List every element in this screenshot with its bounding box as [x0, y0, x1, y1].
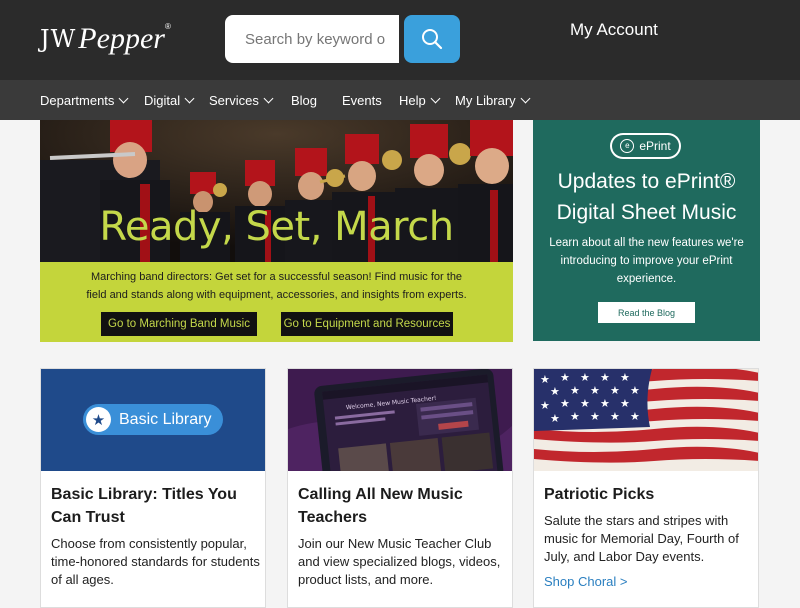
- svg-text:★: ★: [540, 399, 550, 412]
- chevron-down-icon: [430, 93, 441, 103]
- marching-band-photo: Ready, Set, March: [40, 120, 513, 262]
- my-account-link[interactable]: My Account: [570, 20, 658, 40]
- svg-text:★: ★: [540, 373, 550, 386]
- nav-blog[interactable]: Blog: [291, 80, 317, 120]
- nav-label: Blog: [291, 92, 318, 108]
- american-flag-icon: ★ ★ ★ ★ ★ ★ ★ ★ ★ ★ ★ ★ ★ ★ ★ ★ ★ ★ ★ ★: [534, 369, 758, 471]
- search-box: [225, 15, 399, 63]
- chevron-down-icon: [118, 93, 129, 103]
- eprint-logo-icon: e: [620, 139, 635, 153]
- eprint-badge: e ePrint: [610, 133, 681, 159]
- svg-text:★: ★: [620, 397, 630, 410]
- card-patriotic-picks[interactable]: ★ ★ ★ ★ ★ ★ ★ ★ ★ ★ ★ ★ ★ ★ ★ ★ ★ ★ ★ ★ Patriotic Picks …: [533, 368, 759, 608]
- logo-jw-text: JW: [40, 25, 77, 53]
- nav-label: My Library: [455, 92, 516, 108]
- eprint-title-line2: Digital Sheet Music: [556, 201, 737, 224]
- basic-library-pill-label: Basic Library: [119, 410, 212, 428]
- eprint-title-line1: Updates to ePrint®: [557, 170, 736, 193]
- eprint-badge-label: ePrint: [639, 139, 671, 153]
- search-input[interactable]: [225, 15, 399, 63]
- chevron-down-icon: [184, 93, 195, 103]
- nav-my-library[interactable]: My Library: [455, 80, 531, 120]
- hero-info-band: Marching band directors: Get set for a s…: [40, 262, 513, 342]
- svg-text:★: ★: [600, 371, 610, 384]
- shop-choral-link[interactable]: Shop Choral >: [544, 574, 627, 589]
- svg-text:★: ★: [560, 397, 570, 410]
- card-description: Join our New Music Teacher Club and view…: [298, 536, 501, 587]
- nav-label: Services: [209, 92, 259, 108]
- jw-pepper-logo[interactable]: JW Pepper ®: [40, 18, 180, 60]
- eprint-promo[interactable]: e ePrint Updates to ePrint® Digital Shee…: [533, 120, 760, 341]
- nav-digital[interactable]: Digital: [144, 80, 195, 120]
- main-nav: Departments Digital Services Blog Events…: [0, 80, 800, 120]
- search-button[interactable]: [404, 15, 460, 63]
- card-basic-library[interactable]: ★ Basic Library Basic Library: Titles Yo…: [40, 368, 266, 608]
- top-header: JW Pepper ® My Account: [0, 0, 800, 80]
- svg-text:★: ★: [590, 384, 600, 397]
- svg-text:★: ★: [590, 410, 600, 423]
- svg-text:★: ★: [600, 397, 610, 410]
- star-icon: ★: [86, 407, 111, 432]
- svg-text:★: ★: [560, 371, 570, 384]
- read-blog-button[interactable]: Read the Blog: [598, 302, 695, 323]
- svg-text:★: ★: [610, 384, 620, 397]
- card-description: Salute the stars and stripes with music …: [544, 513, 739, 564]
- nav-services[interactable]: Services: [209, 80, 274, 120]
- svg-text:★: ★: [580, 371, 590, 384]
- card-title[interactable]: Patriotic Picks: [544, 483, 750, 506]
- tablet-illustration: Welcome, New Music Teacher!: [288, 369, 512, 471]
- hero-description: Marching band directors: Get set for a s…: [86, 271, 467, 301]
- nav-label: Events: [342, 92, 382, 108]
- hero-title: Ready, Set, March: [99, 204, 454, 250]
- card-new-music-teachers[interactable]: Welcome, New Music Teacher! Calling All …: [287, 368, 513, 608]
- logo-pepper-text: Pepper: [78, 22, 165, 55]
- svg-text:★: ★: [620, 371, 630, 384]
- chevron-down-icon: [520, 93, 531, 103]
- svg-text:★: ★: [570, 410, 580, 423]
- nav-departments[interactable]: Departments: [40, 80, 129, 120]
- nav-help[interactable]: Help: [399, 80, 441, 120]
- card-description: Choose from consistently popular, time-h…: [51, 536, 260, 587]
- svg-text:★: ★: [630, 410, 640, 423]
- svg-text:★: ★: [570, 384, 580, 397]
- basic-library-pill: ★ Basic Library: [83, 404, 223, 435]
- nav-label: Digital: [144, 92, 181, 108]
- svg-text:★: ★: [550, 385, 560, 398]
- svg-text:★: ★: [580, 397, 590, 410]
- search-icon: [422, 29, 443, 50]
- equipment-resources-button[interactable]: Go to Equipment and Resources: [281, 312, 453, 336]
- svg-text:★: ★: [630, 384, 640, 397]
- chevron-down-icon: [263, 93, 274, 103]
- marching-band-music-button[interactable]: Go to Marching Band Music: [101, 312, 257, 336]
- new-teacher-image: Welcome, New Music Teacher!: [288, 369, 512, 471]
- nav-label: Help: [399, 92, 426, 108]
- nav-events[interactable]: Events: [342, 80, 382, 120]
- card-title[interactable]: Calling All New Music Teachers: [298, 483, 504, 529]
- basic-library-image: ★ Basic Library: [41, 369, 265, 471]
- eprint-description: Learn about all the new features we're i…: [549, 237, 744, 285]
- nav-label: Departments: [40, 92, 115, 108]
- eprint-title: Updates to ePrint® Digital Sheet Music: [533, 166, 760, 228]
- svg-text:★: ★: [610, 410, 620, 423]
- american-flag-image: ★ ★ ★ ★ ★ ★ ★ ★ ★ ★ ★ ★ ★ ★ ★ ★ ★ ★ ★ ★: [534, 369, 758, 471]
- marching-band-hero[interactable]: Ready, Set, March Marching band director…: [40, 120, 513, 342]
- eprint-badge-content: e ePrint: [612, 135, 679, 157]
- svg-text:★: ★: [550, 412, 560, 425]
- logo-registered-mark: ®: [164, 22, 171, 31]
- card-title[interactable]: Basic Library: Titles You Can Trust: [51, 483, 257, 529]
